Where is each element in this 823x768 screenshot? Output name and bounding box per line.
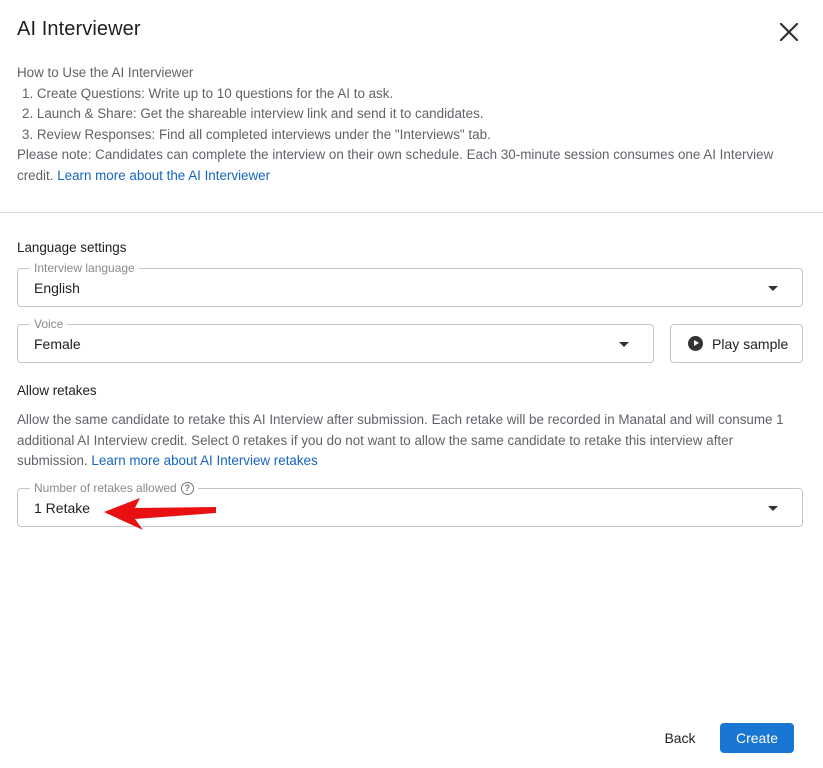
voice-select[interactable]: Voice Female xyxy=(17,317,654,363)
dialog-title: AI Interviewer xyxy=(17,18,141,40)
help-icon[interactable]: ? xyxy=(180,481,194,495)
chevron-down-icon xyxy=(768,286,778,291)
voice-label: Voice xyxy=(30,317,68,331)
intro-heading: How to Use the AI Interviewer xyxy=(17,65,194,80)
intro-steps: 1. Create Questions: Write up to 10 ques… xyxy=(17,84,807,146)
intro-step: 2. Launch & Share: Get the shareable int… xyxy=(22,106,484,122)
chevron-down-icon xyxy=(768,506,778,511)
create-button[interactable]: Create xyxy=(720,723,794,753)
intro-section: How to Use the AI Interviewer 1. Create … xyxy=(17,63,807,187)
learn-more-retakes-link[interactable]: Learn more about AI Interview retakes xyxy=(91,453,317,468)
retakes-number-label-wrap: Number of retakes allowed ? xyxy=(30,481,198,495)
play-sample-button[interactable]: Play sample xyxy=(670,324,803,363)
red-arrow-annotation xyxy=(104,498,216,530)
intro-step: 1. Create Questions: Write up to 10 ques… xyxy=(22,85,394,101)
play-sample-label: Play sample xyxy=(712,335,789,352)
interview-language-select[interactable]: Interview language English xyxy=(17,261,803,307)
interview-language-value: English xyxy=(34,280,80,296)
retakes-description: Allow the same candidate to retake this … xyxy=(17,410,807,472)
close-icon[interactable] xyxy=(775,18,803,46)
divider xyxy=(0,212,823,213)
play-circle-icon xyxy=(688,336,703,351)
allow-retakes-heading: Allow retakes xyxy=(17,383,97,398)
red-arrow-shape xyxy=(104,498,216,530)
intro-note: Please note: Candidates can complete the… xyxy=(17,145,807,186)
chevron-down-icon xyxy=(619,342,629,347)
back-button[interactable]: Back xyxy=(655,723,705,753)
interview-language-label: Interview language xyxy=(30,261,139,275)
learn-more-ai-interviewer-link[interactable]: Learn more about the AI Interviewer xyxy=(57,168,270,183)
language-settings-heading: Language settings xyxy=(17,240,127,255)
intro-step: 3. Review Responses: Find all completed … xyxy=(22,126,491,142)
voice-value: Female xyxy=(34,336,81,352)
retakes-number-value: 1 Retake xyxy=(34,500,91,516)
retakes-number-label: Number of retakes allowed xyxy=(34,481,177,495)
